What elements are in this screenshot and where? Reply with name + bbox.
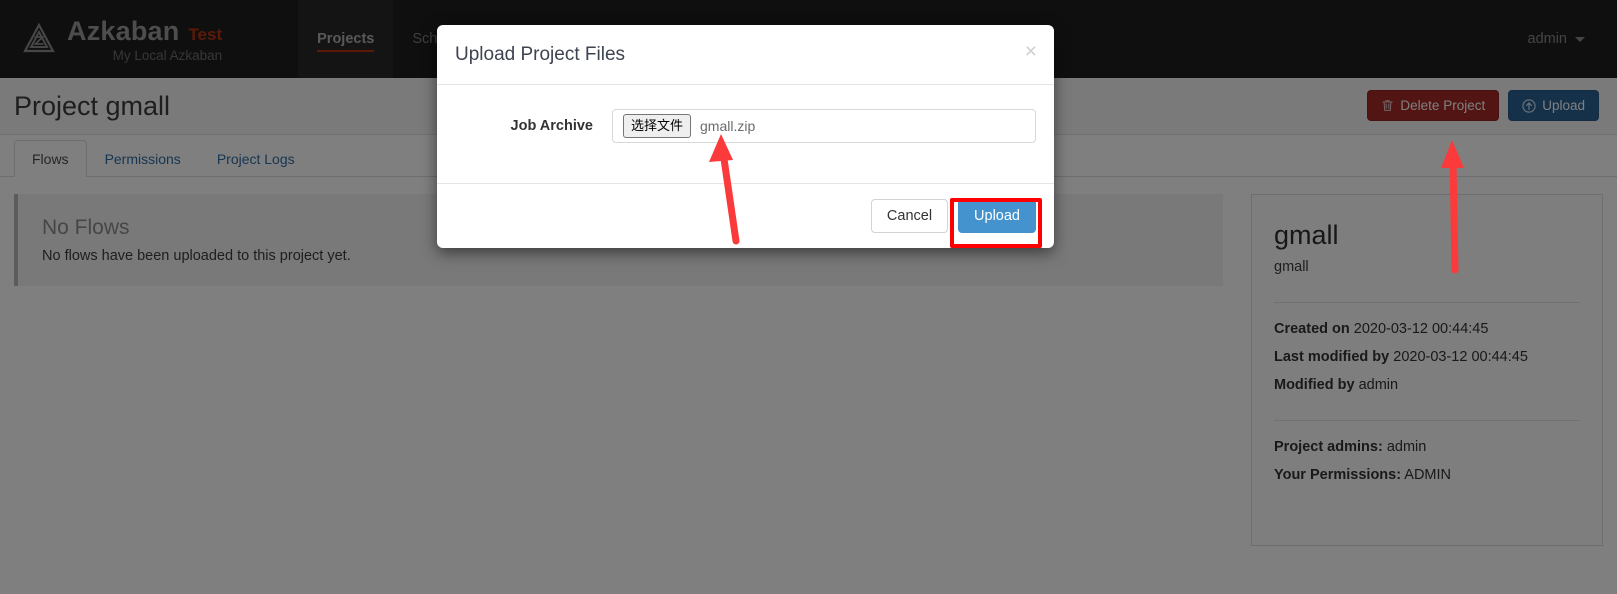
dialog-footer: Cancel Upload bbox=[437, 183, 1054, 248]
selected-file-name: gmall.zip bbox=[700, 118, 756, 134]
upload-project-files-dialog: Upload Project Files × Job Archive 选择文件 … bbox=[437, 25, 1054, 248]
app-root: Azkaban Test My Local Azkaban Projects S… bbox=[0, 0, 1617, 594]
job-archive-label: Job Archive bbox=[510, 118, 593, 134]
choose-file-button[interactable]: 选择文件 bbox=[623, 114, 692, 138]
job-archive-row: Job Archive 选择文件 gmall.zip bbox=[455, 109, 1036, 143]
dialog-title: Upload Project Files bbox=[455, 44, 626, 65]
close-icon[interactable]: × bbox=[1025, 41, 1037, 62]
cancel-button[interactable]: Cancel bbox=[870, 199, 949, 233]
dialog-header: Upload Project Files × bbox=[437, 25, 1054, 85]
job-archive-file-input[interactable]: 选择文件 gmall.zip bbox=[612, 109, 1036, 143]
upload-submit-button[interactable]: Upload bbox=[958, 199, 1036, 233]
dialog-body: Job Archive 选择文件 gmall.zip bbox=[437, 85, 1054, 183]
